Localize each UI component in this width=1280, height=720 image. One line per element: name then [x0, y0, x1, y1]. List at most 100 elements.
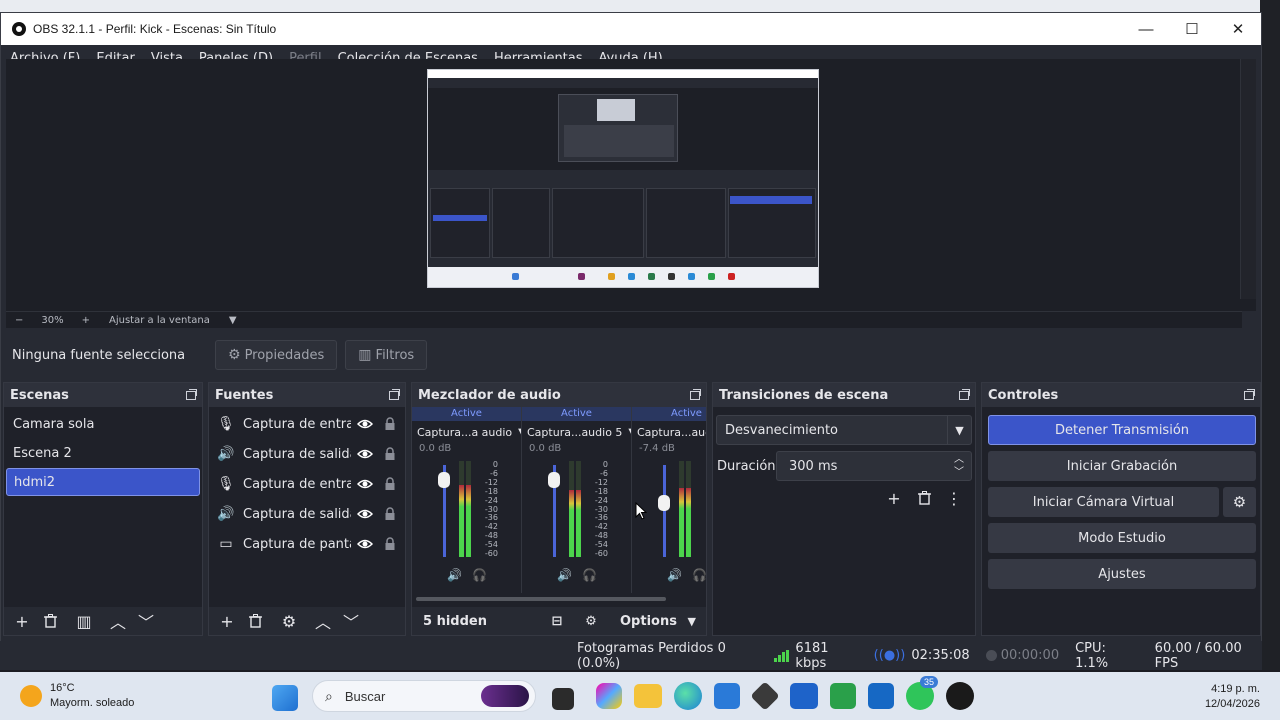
- task-view-icon[interactable]: [552, 687, 574, 710]
- eye-icon[interactable]: [356, 536, 374, 552]
- add-scene-button[interactable]: +: [8, 609, 36, 633]
- remove-scene-button[interactable]: [36, 609, 64, 633]
- weather-widget[interactable]: 16°C Mayorm. soleado: [20, 681, 134, 711]
- transition-select[interactable]: Desvanecimiento ▼: [716, 415, 972, 445]
- undock-icon[interactable]: [690, 388, 701, 400]
- undock-icon[interactable]: [389, 388, 400, 400]
- mixer-title: Mezclador de audio: [418, 387, 561, 403]
- fit-to-window[interactable]: Ajustar a la ventana: [99, 315, 220, 326]
- settings-button[interactable]: Ajustes: [988, 559, 1256, 589]
- zoom-bar: − 30% + Ajustar a la ventana ▼: [6, 311, 1242, 328]
- strip-name[interactable]: Captura...a audio ▼: [412, 421, 521, 443]
- dropdown-icon[interactable]: ▼: [628, 427, 631, 438]
- outlook-icon[interactable]: [868, 683, 894, 709]
- speaker-icon: 🔊: [217, 506, 235, 522]
- stop-stream-button[interactable]: Detener Transmisión: [988, 415, 1256, 445]
- more-icon[interactable]: ⋮: [941, 487, 967, 509]
- filters-button[interactable]: ▥ Filtros: [345, 340, 428, 370]
- headphones-icon[interactable]: 🎧: [472, 568, 487, 584]
- source-name: Captura de entrada de audio: [243, 416, 351, 432]
- trash-icon: [917, 491, 931, 505]
- layout-icon[interactable]: ⊟: [540, 614, 574, 629]
- dropdown-icon[interactable]: ▼: [518, 427, 521, 438]
- speaker-icon[interactable]: 🔊: [667, 568, 682, 584]
- gear-icon[interactable]: ⚙: [1223, 487, 1256, 517]
- move-up-button[interactable]: ︿: [104, 609, 132, 633]
- options-button[interactable]: Options ▼: [608, 614, 696, 629]
- move-up-button[interactable]: ︿: [309, 609, 337, 633]
- duration-input[interactable]: 300 ms ︿ ﹀: [776, 451, 972, 481]
- advanced-audio-icon[interactable]: ⚙: [574, 614, 608, 629]
- source-item[interactable]: 🎙 Captura de entrada de audio: [209, 409, 405, 439]
- source-item[interactable]: ▭ Captura de pantalla: [209, 529, 405, 559]
- folder-icon[interactable]: [634, 684, 662, 708]
- source-item[interactable]: 🎙 Captura de entrada de audio: [209, 469, 405, 499]
- studio-mode-button[interactable]: Modo Estudio: [988, 523, 1256, 553]
- eye-icon[interactable]: [356, 476, 374, 492]
- source-properties-button[interactable]: ⚙: [275, 609, 303, 633]
- zoom-in-button[interactable]: +: [73, 315, 99, 326]
- add-transition-button[interactable]: +: [881, 487, 907, 509]
- minimize-button[interactable]: —: [1123, 13, 1169, 45]
- move-down-button[interactable]: ﹀: [337, 609, 365, 633]
- zoom-out-button[interactable]: −: [6, 315, 32, 326]
- virtual-camera-button[interactable]: Iniciar Cámara Virtual: [988, 487, 1219, 517]
- obs-taskbar-icon[interactable]: [946, 682, 974, 710]
- undock-icon[interactable]: [1244, 388, 1255, 400]
- duration-spinner[interactable]: ︿ ﹀: [949, 453, 969, 479]
- start-recording-button[interactable]: Iniciar Grabación: [988, 451, 1256, 481]
- scene-item[interactable]: Escena 2: [6, 439, 200, 467]
- lock-icon[interactable]: [382, 446, 398, 462]
- move-down-button[interactable]: ﹀: [132, 609, 160, 633]
- store-icon[interactable]: [714, 683, 740, 709]
- source-item[interactable]: 🔊 Captura de salida de audio: [209, 439, 405, 469]
- mixer-scrollbar[interactable]: [416, 597, 666, 601]
- remove-transition-button[interactable]: [911, 487, 937, 509]
- azure-icon[interactable]: [790, 683, 818, 709]
- eye-icon[interactable]: [356, 446, 374, 462]
- scene-item-selected[interactable]: hdmi2: [6, 468, 200, 496]
- strip-label: Captura...audio: [637, 425, 706, 439]
- taskbar-search[interactable]: ⌕ Buscar: [312, 680, 536, 712]
- strip-name[interactable]: Captura...audio: [632, 421, 706, 443]
- speaker-icon[interactable]: 🔊: [447, 568, 462, 584]
- lock-icon[interactable]: [382, 506, 398, 522]
- microphone-icon: 🎙: [217, 476, 235, 492]
- preview-canvas[interactable]: [6, 59, 1256, 311]
- speaker-icon[interactable]: 🔊: [557, 568, 572, 584]
- preview-scrollbar[interactable]: [1240, 59, 1256, 299]
- zoom-dropdown-icon[interactable]: ▼: [220, 315, 246, 326]
- headphones-icon[interactable]: 🎧: [692, 568, 706, 584]
- lock-icon[interactable]: [382, 416, 398, 432]
- strip-name[interactable]: Captura...audio 5 ▼: [522, 421, 631, 443]
- eye-icon[interactable]: [356, 416, 374, 432]
- undock-icon[interactable]: [186, 388, 197, 400]
- volume-knob[interactable]: [658, 495, 670, 512]
- lock-icon[interactable]: [382, 476, 398, 492]
- scene-item[interactable]: Camara sola: [6, 410, 200, 438]
- windows-start-icon[interactable]: [272, 684, 298, 711]
- app-icon[interactable]: [750, 681, 780, 711]
- system-clock[interactable]: 4:19 p. m. 12/04/2026: [1205, 682, 1260, 712]
- eye-icon[interactable]: [356, 506, 374, 522]
- remove-source-button[interactable]: [241, 609, 269, 633]
- scene-filters-button[interactable]: ▥: [70, 609, 98, 633]
- volume-knob[interactable]: [438, 472, 450, 489]
- copilot-icon[interactable]: [596, 683, 622, 709]
- filter-icon: ▥: [358, 347, 372, 363]
- source-item[interactable]: 🔊 Captura de salida de audio: [209, 499, 405, 529]
- maximize-button[interactable]: ☐: [1169, 13, 1215, 45]
- add-source-button[interactable]: +: [213, 609, 241, 633]
- edge-icon[interactable]: [674, 682, 702, 710]
- lock-icon[interactable]: [382, 536, 398, 552]
- headphones-icon[interactable]: 🎧: [582, 568, 597, 584]
- undock-icon[interactable]: [959, 388, 970, 400]
- transitions-header: Transiciones de escena: [713, 383, 975, 407]
- volume-knob[interactable]: [548, 472, 560, 489]
- xbox-icon[interactable]: [830, 683, 856, 709]
- whatsapp-icon[interactable]: 35: [906, 676, 938, 710]
- transitions-dock: Transiciones de escena Desvanecimiento ▼…: [712, 382, 976, 636]
- properties-button[interactable]: ⚙ Propiedades: [215, 340, 338, 370]
- hidden-count[interactable]: 5 hidden: [412, 614, 540, 629]
- close-button[interactable]: ✕: [1215, 13, 1261, 45]
